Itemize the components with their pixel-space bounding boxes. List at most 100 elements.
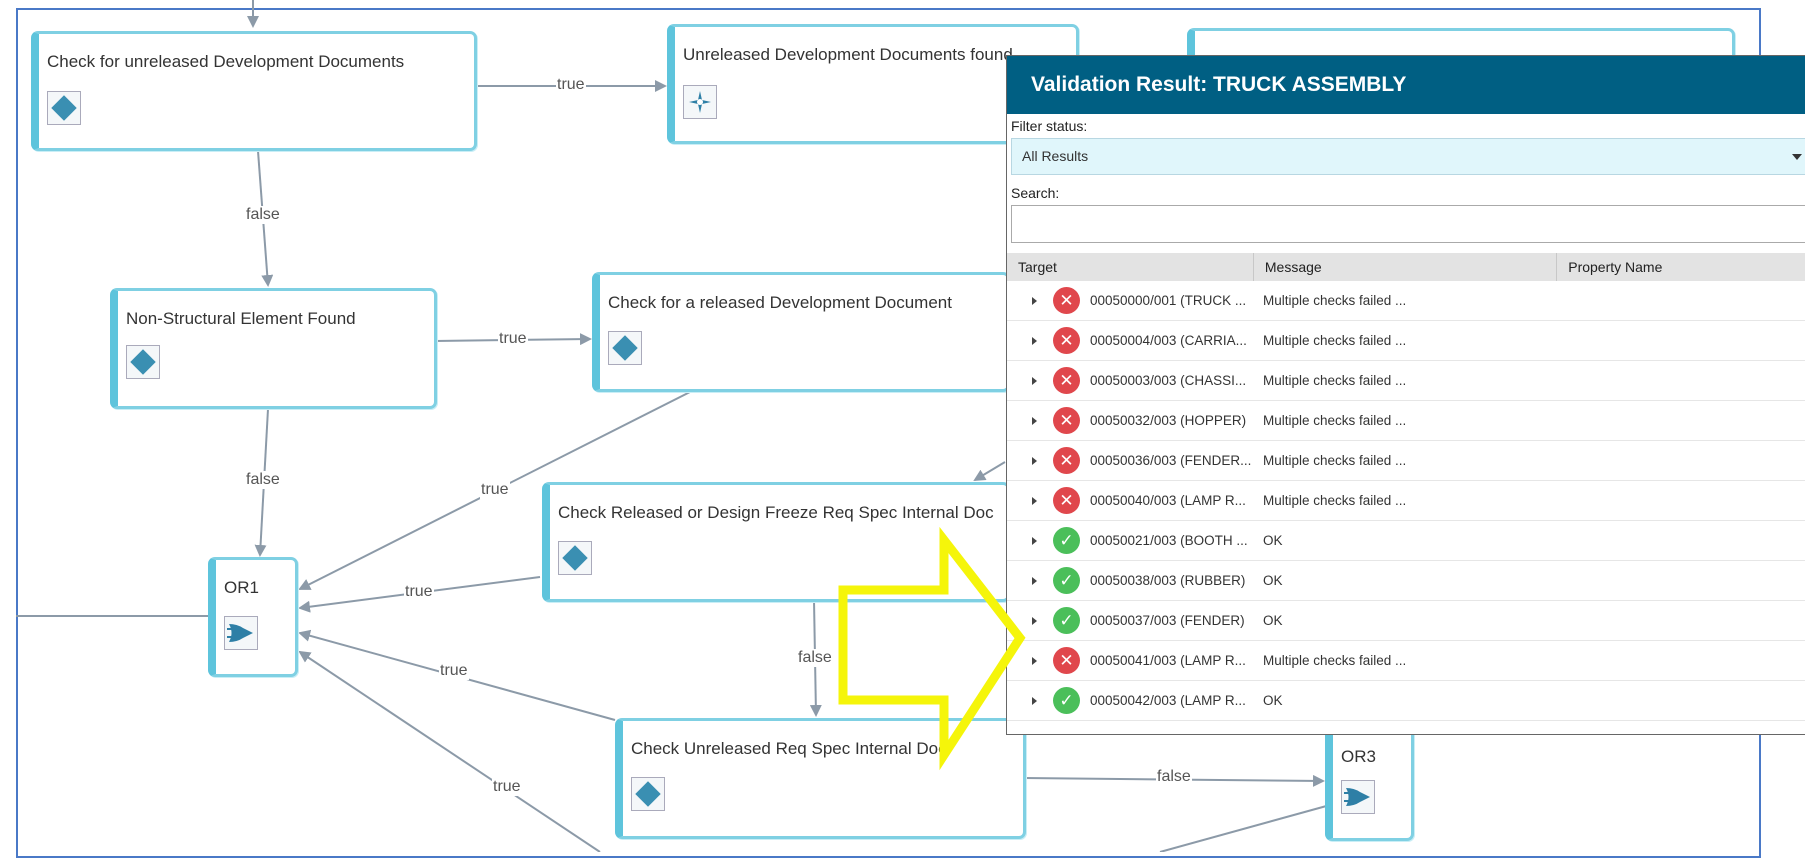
filter-status-select[interactable]: All Results <box>1011 138 1805 175</box>
validation-result-panel: Validation Result: TRUCK ASSEMBLY Filter… <box>1006 55 1805 735</box>
diamond-icon <box>47 91 81 125</box>
filter-status-value: All Results <box>1022 148 1089 164</box>
row-target: 00050004/003 (CARRIA... <box>1090 333 1247 348</box>
row-message: Multiple checks failed ... <box>1263 293 1407 308</box>
row-target: 00050036/003 (FENDER... <box>1090 453 1252 468</box>
row-target: 00050038/003 (RUBBER) <box>1090 573 1246 588</box>
search-input[interactable] <box>1011 205 1805 243</box>
node-title: Check for a released Development Documen… <box>608 293 952 312</box>
or-gate-icon <box>1341 780 1375 814</box>
or-gate-icon <box>224 616 258 650</box>
row-message: Multiple checks failed ... <box>1263 453 1407 468</box>
filter-status-label: Filter status: <box>1011 118 1088 134</box>
diamond-icon <box>558 541 592 575</box>
search-label: Search: <box>1011 185 1060 201</box>
diamond-icon <box>608 331 642 365</box>
edge-label-true: true <box>492 778 522 796</box>
error-icon: ✕ <box>1053 327 1080 354</box>
node-title: Check Released or Design Freeze Req Spec… <box>558 503 994 522</box>
row-target: 00050041/003 (LAMP R... <box>1090 653 1246 668</box>
results-table-body: ✕ 00050000/001 (TRUCK ... Multiple checks … <box>1007 281 1805 721</box>
row-target: 00050003/003 (CHASSI... <box>1090 373 1247 388</box>
column-header-target[interactable]: Target <box>1007 253 1254 281</box>
expand-icon[interactable] <box>1029 616 1039 625</box>
expand-icon[interactable] <box>1029 496 1039 505</box>
node-title: OR1 <box>224 578 259 597</box>
edge-label-true: true <box>480 481 510 499</box>
error-icon: ✕ <box>1053 367 1080 394</box>
table-row[interactable]: ✕ 00050036/003 (FENDER... Multiple checks … <box>1007 441 1805 481</box>
chevron-down-icon[interactable] <box>1792 154 1802 160</box>
node-title: OR3 <box>1341 747 1376 766</box>
edge-label-false: false <box>245 471 281 489</box>
table-row[interactable]: ✓ 00050038/003 (RUBBER) OK <box>1007 561 1805 601</box>
edge-label-true: true <box>498 330 528 348</box>
check-icon: ✓ <box>1053 527 1080 554</box>
error-icon: ✕ <box>1053 647 1080 674</box>
row-message: OK <box>1263 533 1283 548</box>
expand-icon[interactable] <box>1029 416 1039 425</box>
edge-label-true: true <box>439 662 469 680</box>
table-row[interactable]: ✓ 00050037/003 (FENDER) OK <box>1007 601 1805 641</box>
table-row[interactable]: ✕ 00050040/003 (LAMP R... Multiple checks … <box>1007 481 1805 521</box>
edge-label-false: false <box>1156 768 1192 786</box>
node-check-released-freeze[interactable]: Check Released or Design Freeze Req Spec… <box>542 482 1010 602</box>
table-row[interactable]: ✕ 00050003/003 (CHASSI... Multiple checks … <box>1007 361 1805 401</box>
node-non-structural[interactable]: Non-Structural Element Found <box>110 288 437 409</box>
row-target: 00050032/003 (HOPPER) <box>1090 413 1247 428</box>
node-check-unreleased-req[interactable]: Check Unreleased Req Spec Internal Doc <box>615 718 1026 839</box>
expand-icon[interactable] <box>1029 296 1039 305</box>
table-row[interactable]: ✓ 00050021/003 (BOOTH ... OK <box>1007 521 1805 561</box>
row-message: Multiple checks failed ... <box>1263 333 1407 348</box>
edge-label-false: false <box>245 206 281 224</box>
table-row[interactable]: ✕ 00050000/001 (TRUCK ... Multiple checks … <box>1007 281 1805 321</box>
error-icon: ✕ <box>1053 287 1080 314</box>
edge-label-true: true <box>404 583 434 601</box>
edge-label-false: false <box>797 649 833 667</box>
expand-icon[interactable] <box>1029 456 1039 465</box>
check-icon: ✓ <box>1053 567 1080 594</box>
table-row[interactable]: ✓ 00050042/003 (LAMP R... OK <box>1007 681 1805 721</box>
node-or1[interactable]: OR1 <box>208 557 298 677</box>
error-icon: ✕ <box>1053 407 1080 434</box>
expand-icon[interactable] <box>1029 576 1039 585</box>
column-header-property-name[interactable]: Property Name <box>1557 253 1805 281</box>
edge-bottom-to-or1 <box>298 650 601 852</box>
node-title: Check for unreleased Development Documen… <box>47 52 405 71</box>
star-icon <box>683 85 717 119</box>
node-check-unreleased-dev[interactable]: Check for unreleased Development Documen… <box>31 31 477 151</box>
node-check-released-dev[interactable]: Check for a released Development Documen… <box>592 272 1010 392</box>
diamond-icon <box>631 777 665 811</box>
row-message: OK <box>1263 573 1283 588</box>
expand-icon[interactable] <box>1029 376 1039 385</box>
expand-icon[interactable] <box>1029 336 1039 345</box>
edge-label-true: true <box>556 76 586 94</box>
results-table-header: Target Message Property Name <box>1007 253 1805 281</box>
row-target: 00050037/003 (FENDER) <box>1090 613 1245 628</box>
row-message: Multiple checks failed ... <box>1263 653 1407 668</box>
workflow-canvas: true false true false true true true tru… <box>0 0 1805 858</box>
node-title: Non-Structural Element Found <box>126 309 356 328</box>
check-icon: ✓ <box>1053 687 1080 714</box>
expand-icon[interactable] <box>1029 656 1039 665</box>
row-message: Multiple checks failed ... <box>1263 373 1407 388</box>
table-row[interactable]: ✕ 00050032/003 (HOPPER) Multiple checks fa… <box>1007 401 1805 441</box>
row-message: OK <box>1263 693 1283 708</box>
expand-icon[interactable] <box>1029 696 1039 705</box>
node-or3[interactable]: OR3 <box>1325 722 1414 841</box>
row-target: 00050042/003 (LAMP R... <box>1090 693 1246 708</box>
node-title: Check Unreleased Req Spec Internal Doc <box>631 739 947 758</box>
error-icon: ✕ <box>1053 447 1080 474</box>
check-icon: ✓ <box>1053 607 1080 634</box>
table-row[interactable]: ✕ 00050004/003 (CARRIA... Multiple checks … <box>1007 321 1805 361</box>
node-title: Unreleased Development Documents found <box>683 45 1013 64</box>
expand-icon[interactable] <box>1029 536 1039 545</box>
row-target: 00050021/003 (BOOTH ... <box>1090 533 1248 548</box>
row-message: OK <box>1263 613 1283 628</box>
row-target: 00050040/003 (LAMP R... <box>1090 493 1246 508</box>
table-row[interactable]: ✕ 00050041/003 (LAMP R... Multiple checks … <box>1007 641 1805 681</box>
column-header-message[interactable]: Message <box>1254 253 1558 281</box>
edge-bottom-to-or3 <box>1159 804 1331 852</box>
row-target: 00050000/001 (TRUCK ... <box>1090 293 1247 308</box>
panel-title: Validation Result: TRUCK ASSEMBLY <box>1007 56 1805 114</box>
